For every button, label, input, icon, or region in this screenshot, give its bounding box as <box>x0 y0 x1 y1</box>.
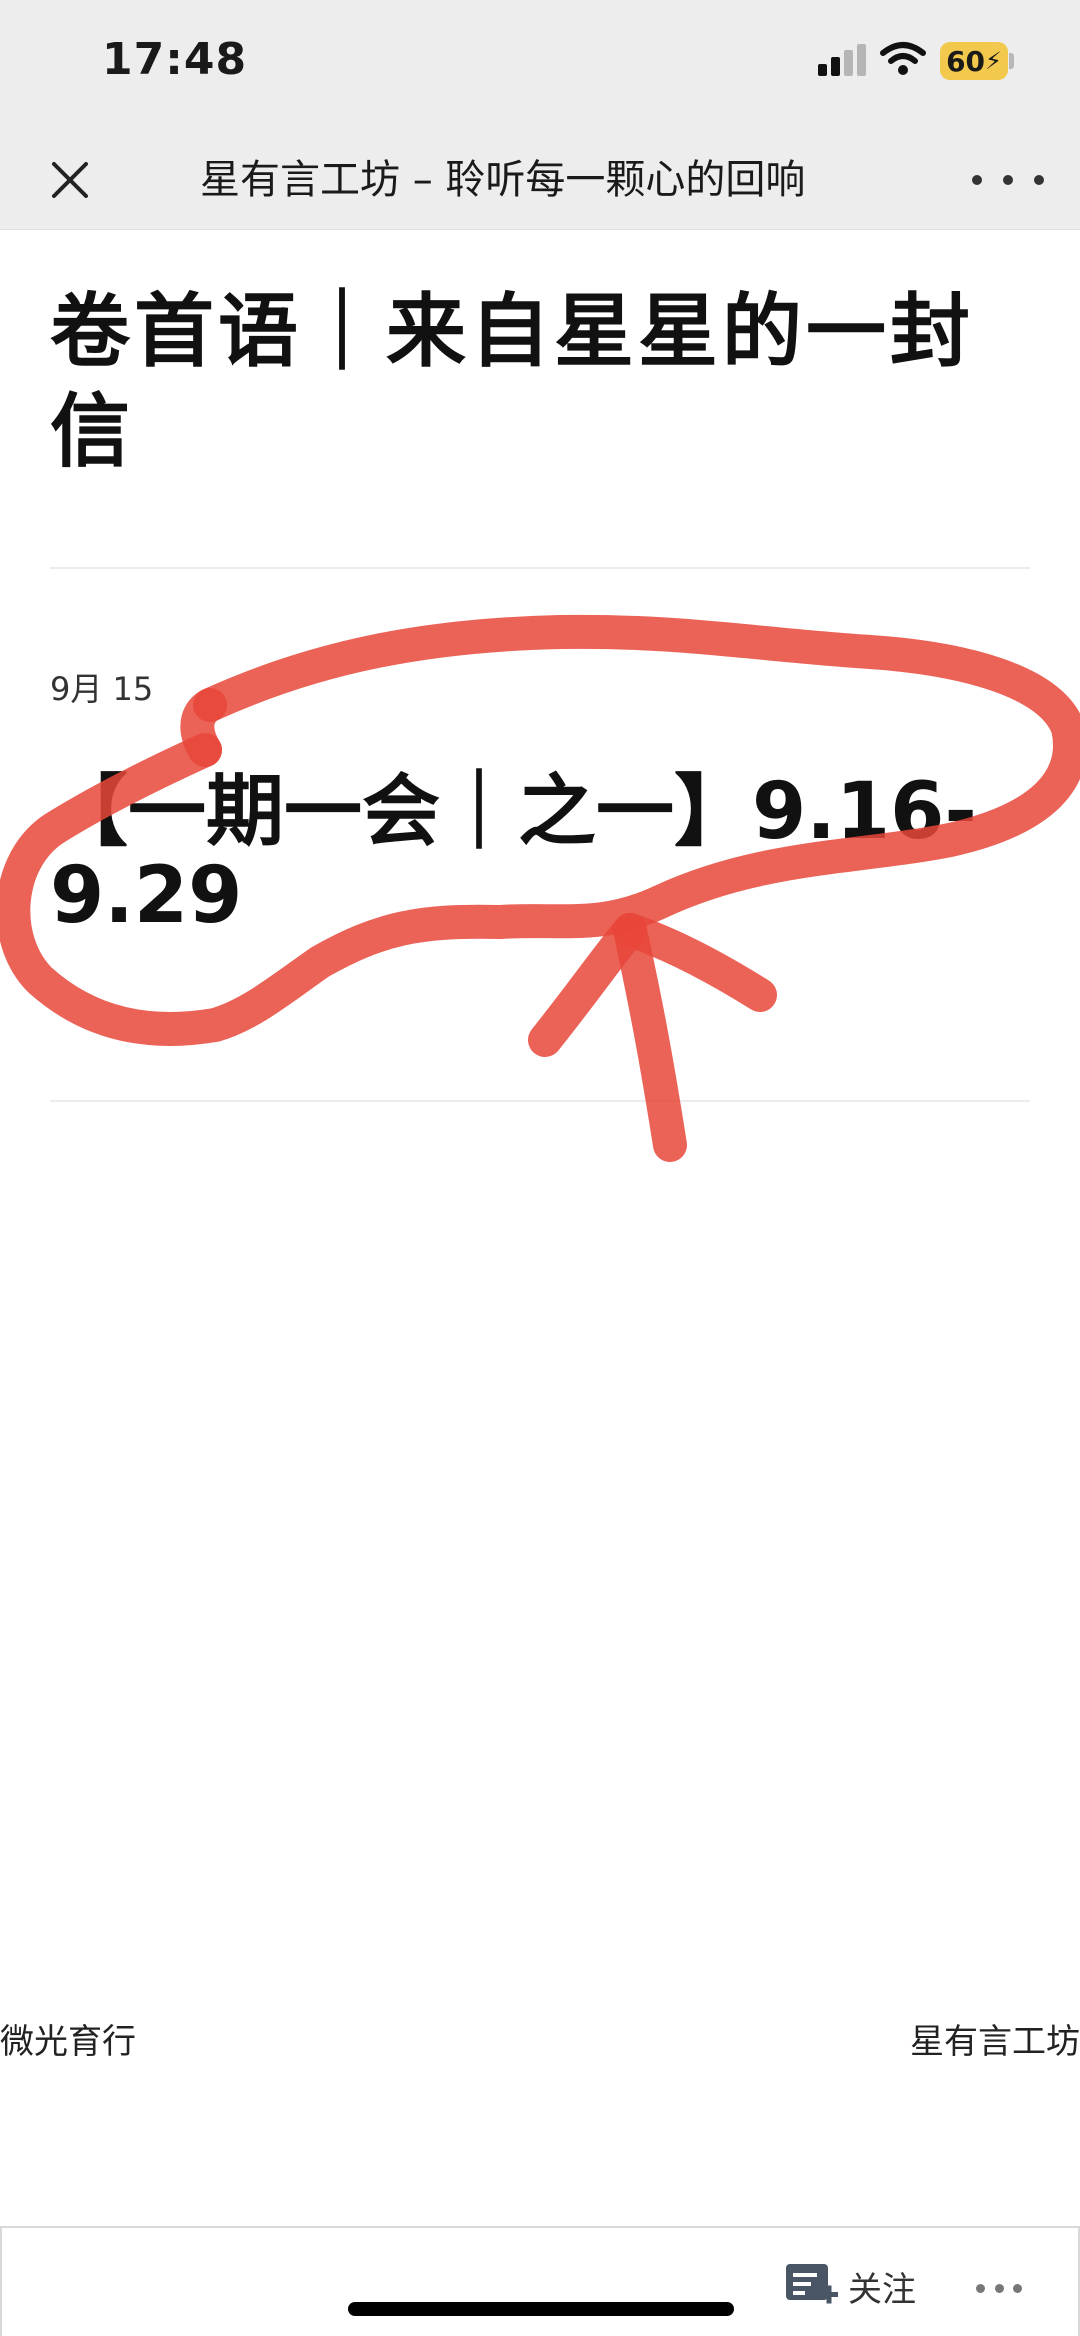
post-title-link[interactable]: 【一期一会｜之一】9.16-9.29 <box>50 770 1000 938</box>
battery-tip <box>1009 53 1014 69</box>
follow-button[interactable]: 关注 <box>848 2262 916 2311</box>
divider-top <box>50 567 1030 569</box>
follow-icon[interactable] <box>784 2260 840 2312</box>
battery-charging-icon: 60 ⚡ <box>940 42 1008 80</box>
close-icon[interactable] <box>40 150 100 210</box>
home-indicator[interactable] <box>348 2302 734 2316</box>
charging-bolt-icon: ⚡ <box>985 47 1002 75</box>
page-root: 17:48 60 ⚡ 星有言工坊 – 聆听每一颗心的回响 卷首语｜来自星星的一封… <box>0 0 1080 2336</box>
cellular-signal-icon <box>818 44 866 76</box>
bottom-bar: 关注 <box>0 2226 1080 2336</box>
battery-level: 60 <box>946 44 986 78</box>
wifi-icon <box>880 42 926 75</box>
post-date: 9月 15 <box>50 670 154 708</box>
nav-title-fade <box>800 150 880 210</box>
article-title: 卷首语｜来自星星的一封信 <box>50 285 974 478</box>
footer-left-text: 微光育行 <box>0 2022 136 2062</box>
more-icon[interactable] <box>972 150 1044 210</box>
footer-right-text: 星有言工坊 <box>910 2022 1080 2062</box>
divider-bottom <box>50 1100 1030 1102</box>
more-icon[interactable] <box>976 2284 1022 2294</box>
status-bar: 17:48 60 ⚡ <box>0 0 1080 128</box>
status-time: 17:48 <box>102 34 248 85</box>
nav-title: 星有言工坊 – 聆听每一颗心的回响 <box>200 157 806 203</box>
nav-bar: 星有言工坊 – 聆听每一颗心的回响 <box>0 128 1080 230</box>
